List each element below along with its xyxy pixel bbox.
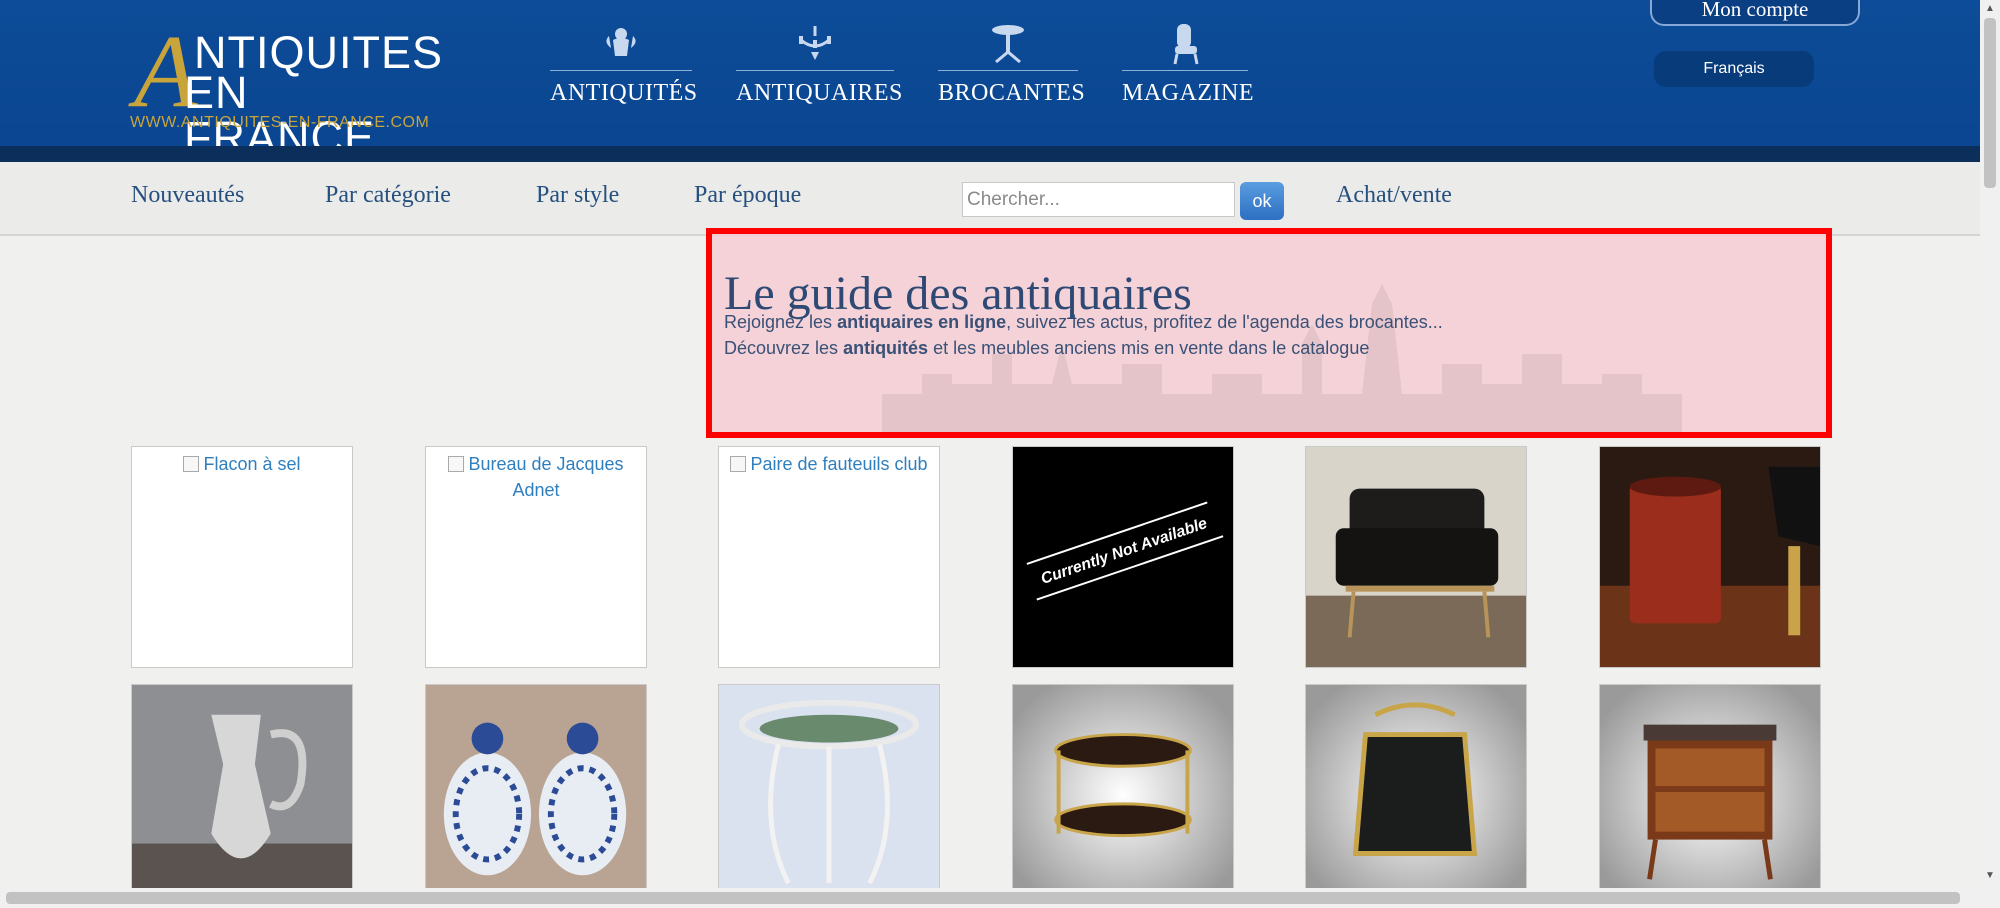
account-tab[interactable]: Mon compte (1650, 0, 1860, 26)
product-card[interactable] (1599, 684, 1821, 906)
subnav-nouveautes[interactable]: Nouveautés (131, 182, 244, 209)
armchair-icon (1173, 24, 1199, 65)
wire-jardiniere-image (719, 685, 939, 905)
product-alt-text: Flacon à sel (132, 447, 352, 481)
horizontal-scrollbar[interactable] (0, 888, 2000, 908)
hero-text: et les meubles anciens mis en vente dans… (928, 338, 1370, 358)
nav-label: MAGAZINE (1122, 80, 1254, 106)
subnav-achat-vente[interactable]: Achat/vente (1336, 182, 1452, 209)
nav-rule (1122, 70, 1248, 71)
broken-image-icon (448, 456, 465, 472)
product-card[interactable] (131, 684, 353, 906)
hero-text: Découvrez les (724, 338, 844, 358)
subnav-par-style[interactable]: Par style (536, 182, 619, 209)
delft-vases-image (426, 685, 646, 905)
product-card[interactable]: Paire de fauteuils club (718, 446, 940, 668)
red-umbrella-stand-image (1600, 447, 1820, 667)
product-card[interactable] (718, 684, 940, 906)
scroll-up-icon[interactable]: ▲ (1985, 3, 1995, 14)
product-card[interactable]: Bureau de Jacques Adnet (425, 446, 647, 668)
site-logo[interactable]: A NTIQUITES EN FRANCE WWW.ANTIQUITES-EN-… (130, 20, 442, 161)
broken-image-icon (183, 456, 200, 472)
nav-magazine[interactable]: MAGAZINE (1122, 22, 1254, 112)
sub-navigation: Nouveautés Par catégorie Par style Par é… (0, 162, 1980, 236)
commode-image (1600, 685, 1820, 905)
product-card[interactable] (1305, 684, 1527, 906)
product-card[interactable]: Flacon à sel (131, 446, 353, 668)
nav-label: BROCANTES (938, 80, 1086, 106)
product-card[interactable]: Currently Not Available (1012, 446, 1234, 668)
nav-brocantes[interactable]: BROCANTES (938, 22, 1086, 112)
nav-label: ANTIQUAIRES (736, 80, 903, 106)
scroll-down-icon[interactable]: ▼ (1985, 870, 1995, 881)
product-alt-label: Flacon à sel (203, 454, 301, 474)
cherub-icon (606, 28, 636, 56)
nav-label: ANTIQUITÉS (550, 80, 698, 106)
crystal-ewer-image (132, 685, 352, 905)
logo-url: WWW.ANTIQUITES-EN-FRANCE.COM (130, 114, 430, 131)
nav-antiquites[interactable]: ANTIQUITÉS (550, 22, 698, 112)
leather-sofa-image (1306, 447, 1526, 667)
product-alt-label: Bureau de Jacques Adnet (468, 454, 624, 500)
serving-trolley-image (1013, 685, 1233, 905)
hero-link-antiquaires[interactable]: antiquaires en ligne (837, 312, 1006, 332)
hero-line-2: Découvrez les antiquités et les meubles … (724, 338, 1369, 359)
nav-rule (938, 70, 1078, 71)
pedestal-table-icon (992, 25, 1024, 64)
hero-text: , suivez les actus, profitez de l'agenda… (1006, 312, 1443, 332)
hero-text: Rejoignez les (724, 312, 838, 332)
product-card[interactable] (1305, 446, 1527, 668)
magazine-rack-image (1306, 685, 1526, 905)
product-alt-text: Bureau de Jacques Adnet (426, 447, 646, 507)
header-bottom-band (0, 146, 1980, 162)
subnav-par-epoque[interactable]: Par époque (694, 182, 801, 209)
vertical-scroll-thumb[interactable] (1984, 18, 1996, 188)
site-header: A NTIQUITES EN FRANCE WWW.ANTIQUITES-EN-… (0, 0, 1980, 162)
product-alt-text: Paire de fauteuils club (719, 447, 939, 481)
nav-rule (736, 70, 894, 71)
vertical-scrollbar[interactable]: ▲ ▼ (1980, 0, 2000, 888)
product-alt-label: Paire de fauteuils club (750, 454, 928, 474)
nav-rule (550, 70, 692, 71)
broken-image-icon (730, 456, 747, 472)
hero-line-1: Rejoignez les antiquaires en ligne, suiv… (724, 312, 1443, 333)
hero-banner: Le guide des antiquaires Rejoignez les a… (706, 228, 1832, 438)
language-selector[interactable]: Français (1654, 51, 1814, 87)
product-card[interactable] (1599, 446, 1821, 668)
search-input[interactable] (962, 182, 1235, 217)
subnav-par-categorie[interactable]: Par catégorie (325, 182, 451, 209)
unavailable-placeholder-image: Currently Not Available (1013, 447, 1233, 667)
chandelier-icon (799, 26, 831, 60)
nav-antiquaires[interactable]: ANTIQUAIRES (736, 22, 903, 112)
horizontal-scroll-thumb[interactable] (6, 892, 1960, 904)
product-card[interactable] (425, 684, 647, 906)
search-submit-button[interactable]: ok (1240, 182, 1284, 220)
hero-link-antiquites[interactable]: antiquités (843, 338, 928, 358)
product-card[interactable] (1012, 684, 1234, 906)
